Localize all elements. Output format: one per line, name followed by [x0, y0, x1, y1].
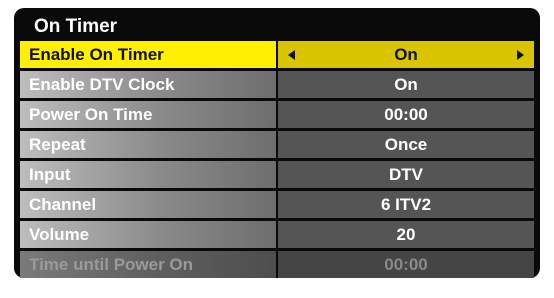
menu-row-value[interactable]: 00:00 [278, 101, 534, 128]
menu-row-value[interactable]: 6 ITV2 [278, 191, 534, 218]
menu-row-label: Enable On Timer [20, 41, 276, 68]
menu-row-label: Enable DTV Clock [20, 71, 276, 98]
menu-row-enable-dtv-clock[interactable]: Enable DTV Clock On [20, 71, 534, 98]
menu-row-label: Time until Power On [20, 251, 276, 278]
menu-row-label: Volume [20, 221, 276, 248]
menu-row-value[interactable]: 20 [278, 221, 534, 248]
menu-row-time-until-power-on: Time until Power On 00:00 [20, 251, 534, 278]
menu-row-value: On [394, 45, 418, 64]
menu-row-input[interactable]: Input DTV [20, 161, 534, 188]
menu-row-repeat[interactable]: Repeat Once [20, 131, 534, 158]
menu-row-volume[interactable]: Volume 20 [20, 221, 534, 248]
menu-row-value[interactable]: On [278, 71, 534, 98]
enable-on-timer-selector[interactable]: On [278, 41, 534, 68]
right-arrow-icon[interactable] [517, 50, 524, 60]
menu-row-value[interactable]: DTV [278, 161, 534, 188]
menu-row-value[interactable]: Once [278, 131, 534, 158]
menu-row-label: Channel [20, 191, 276, 218]
menu-title: On Timer [34, 16, 118, 37]
menu-row-label: Repeat [20, 131, 276, 158]
menu-row-channel[interactable]: Channel 6 ITV2 [20, 191, 534, 218]
menu-row-label: Input [20, 161, 276, 188]
left-arrow-icon[interactable] [288, 50, 295, 60]
menu-row-enable-on-timer[interactable]: Enable On Timer On [20, 41, 534, 68]
menu-row-value: 00:00 [278, 251, 534, 278]
on-timer-menu: On Timer Enable On Timer On Enable DTV C… [14, 8, 540, 278]
menu-row-label: Power On Time [20, 101, 276, 128]
menu-row-power-on-time[interactable]: Power On Time 00:00 [20, 101, 534, 128]
menu-list: Enable On Timer On Enable DTV Clock On P… [20, 41, 534, 281]
